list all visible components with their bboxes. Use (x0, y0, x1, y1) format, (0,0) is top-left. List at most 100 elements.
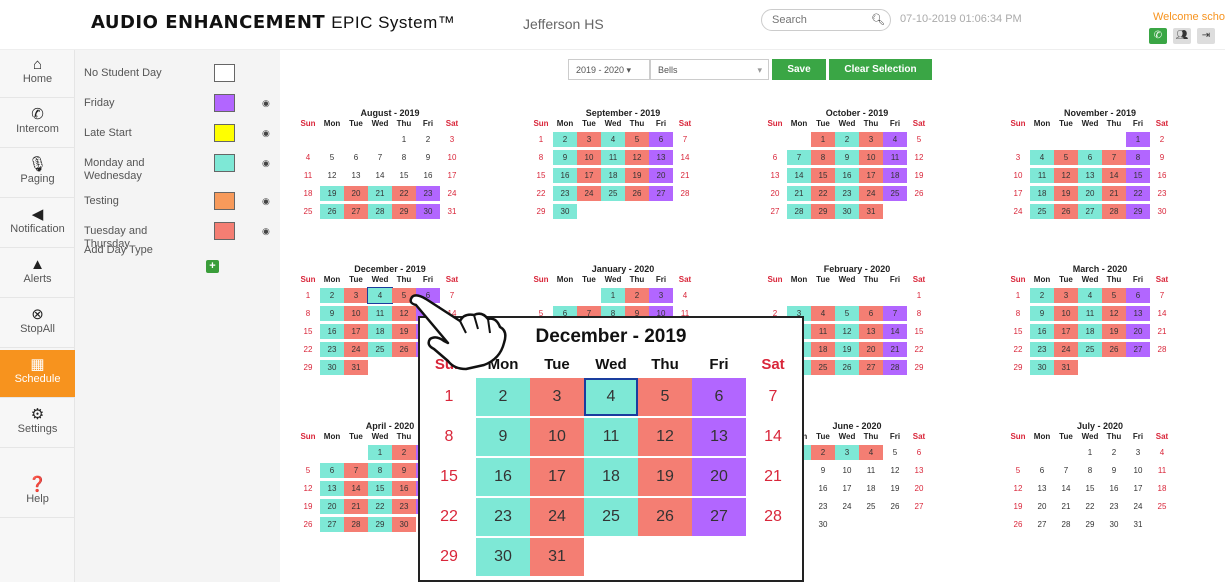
calendar-day[interactable]: 6 (320, 463, 344, 478)
zoom-calendar-day[interactable]: 25 (584, 498, 638, 536)
zoom-calendar-day[interactable]: 12 (638, 418, 692, 456)
calendar-day[interactable]: 16 (392, 481, 416, 496)
calendar-day[interactable]: 30 (553, 204, 577, 219)
calendar-day[interactable]: 2 (553, 132, 577, 147)
calendar-day[interactable]: 16 (1030, 324, 1054, 339)
zoom-calendar-day[interactable]: 27 (692, 498, 746, 536)
calendar-day[interactable]: 24 (1126, 499, 1150, 514)
calendar-day[interactable]: 21 (1054, 499, 1078, 514)
calendar-day[interactable]: 11 (1078, 306, 1102, 321)
calendar-day[interactable]: 23 (553, 186, 577, 201)
calendar-day[interactable]: 21 (1150, 324, 1174, 339)
calendar-day[interactable]: 10 (835, 463, 859, 478)
calendar-day[interactable]: 24 (344, 342, 368, 357)
calendar-day[interactable]: 18 (1150, 481, 1174, 496)
calendar-day[interactable]: 17 (577, 168, 601, 183)
calendar-day[interactable]: 11 (1030, 168, 1054, 183)
zoom-calendar-day[interactable]: 23 (476, 498, 530, 536)
calendar-day[interactable]: 6 (907, 445, 931, 460)
calendar-day[interactable]: 20 (1030, 499, 1054, 514)
zoom-calendar-day[interactable]: 9 (476, 418, 530, 456)
calendar-day[interactable]: 17 (1006, 186, 1030, 201)
calendar-day[interactable]: 8 (529, 150, 553, 165)
calendar-day[interactable]: 16 (835, 168, 859, 183)
calendar-day[interactable]: 30 (811, 517, 835, 532)
calendar-day[interactable]: 22 (1006, 342, 1030, 357)
calendar-day[interactable]: 18 (883, 168, 907, 183)
calendar-day[interactable]: 7 (883, 306, 907, 321)
calendar-day[interactable]: 13 (344, 168, 368, 183)
zoom-calendar-day[interactable]: 29 (422, 538, 476, 576)
calendar-day[interactable]: 12 (625, 150, 649, 165)
calendar-day[interactable]: 29 (1078, 517, 1102, 532)
calendar-day[interactable]: 2 (416, 132, 440, 147)
calendar-day[interactable]: 20 (859, 342, 883, 357)
calendar-day[interactable]: 22 (811, 186, 835, 201)
calendar-day[interactable]: 27 (344, 204, 368, 219)
nav-help[interactable]: ❓ Help (0, 470, 75, 518)
search-icon[interactable]: 🔍︎ (871, 13, 885, 26)
calendar-day[interactable]: 4 (859, 445, 883, 460)
nav-notification[interactable]: ◀ Notification (0, 200, 75, 248)
zoom-calendar-day[interactable]: 11 (584, 418, 638, 456)
calendar-day[interactable]: 6 (344, 150, 368, 165)
calendar-day[interactable]: 30 (1102, 517, 1126, 532)
calendar-day[interactable]: 12 (1102, 306, 1126, 321)
calendar-day[interactable]: 20 (1078, 186, 1102, 201)
year-select[interactable]: 2019 - 2020 ▾ (568, 59, 650, 80)
calendar-day[interactable]: 16 (1150, 168, 1174, 183)
legend-color-swatch[interactable] (214, 222, 235, 240)
calendar-day[interactable]: 6 (763, 150, 787, 165)
calendar-day[interactable]: 18 (859, 481, 883, 496)
calendar-day[interactable]: 30 (320, 360, 344, 375)
nav-settings[interactable]: ⚙ Settings (0, 400, 75, 448)
zoom-calendar-day[interactable]: 4 (584, 378, 638, 416)
legend-color-swatch[interactable] (214, 124, 235, 142)
calendar-day[interactable]: 21 (787, 186, 811, 201)
zoom-calendar-day[interactable]: 15 (422, 458, 476, 496)
calendar-day[interactable]: 4 (1078, 288, 1102, 303)
calendar-day[interactable]: 1 (601, 288, 625, 303)
calendar-day[interactable]: 17 (1054, 324, 1078, 339)
clear-selection-button[interactable]: Clear Selection (829, 59, 932, 80)
calendar-day[interactable]: 13 (859, 324, 883, 339)
calendar-day[interactable]: 23 (811, 499, 835, 514)
calendar-day[interactable]: 9 (392, 463, 416, 478)
calendar-day[interactable]: 15 (1006, 324, 1030, 339)
calendar-day[interactable]: 15 (529, 168, 553, 183)
calendar-day[interactable]: 18 (368, 324, 392, 339)
calendar-day[interactable]: 27 (320, 517, 344, 532)
calendar-day[interactable]: 4 (601, 132, 625, 147)
calendar-day[interactable]: 18 (1078, 324, 1102, 339)
calendar-day[interactable]: 13 (1078, 168, 1102, 183)
calendar-day[interactable]: 26 (1006, 517, 1030, 532)
calendar-day[interactable]: 2 (320, 288, 344, 303)
calendar-day[interactable]: 4 (367, 287, 393, 304)
calendar-day[interactable]: 2 (835, 132, 859, 147)
save-button[interactable]: Save (772, 59, 826, 80)
calendar-day[interactable]: 17 (859, 168, 883, 183)
calendar-day[interactable]: 19 (1102, 324, 1126, 339)
calendar-day[interactable]: 1 (529, 132, 553, 147)
calendar-day[interactable]: 16 (811, 481, 835, 496)
calendar-day[interactable]: 23 (1030, 342, 1054, 357)
calendar-day[interactable]: 31 (344, 360, 368, 375)
calendar-day[interactable]: 23 (1102, 499, 1126, 514)
phone-icon[interactable]: ✆ (1149, 28, 1167, 44)
calendar-day[interactable]: 3 (344, 288, 368, 303)
calendar-day[interactable]: 2 (392, 445, 416, 460)
calendar-day[interactable]: 22 (392, 186, 416, 201)
calendar-day[interactable]: 7 (1150, 288, 1174, 303)
calendar-day[interactable]: 8 (368, 463, 392, 478)
zoom-calendar-day[interactable]: 16 (476, 458, 530, 496)
calendar-day[interactable]: 20 (1126, 324, 1150, 339)
calendar-day[interactable]: 13 (320, 481, 344, 496)
calendar-day[interactable]: 10 (1006, 168, 1030, 183)
calendar-day[interactable]: 22 (296, 342, 320, 357)
calendar-day[interactable]: 8 (1006, 306, 1030, 321)
calendar-day[interactable]: 6 (1030, 463, 1054, 478)
calendar-day[interactable]: 12 (883, 463, 907, 478)
calendar-day[interactable]: 14 (673, 150, 697, 165)
calendar-day[interactable]: 2 (811, 445, 835, 460)
calendar-day[interactable]: 16 (320, 324, 344, 339)
